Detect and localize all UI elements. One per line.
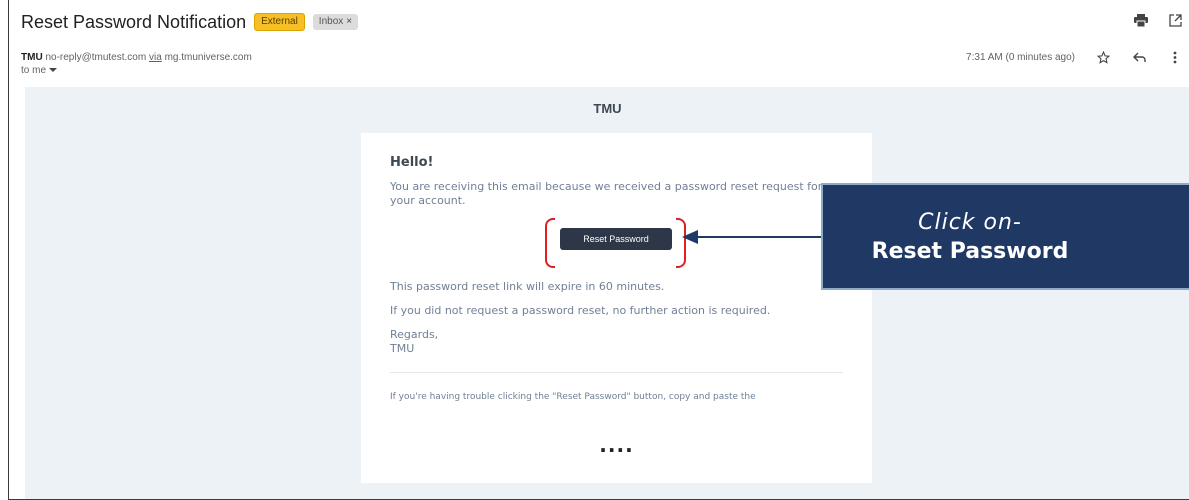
no-action-text: If you did not request a password reset,… — [390, 304, 771, 317]
regards-text: Regards, — [390, 328, 439, 341]
chevron-down-icon[interactable] — [49, 65, 58, 76]
sender-line: TMU no-reply@tmutest.com via mg.tmuniver… — [21, 52, 252, 63]
email-content-card: Hello! You are receiving this email beca… — [361, 133, 872, 483]
trouble-text: If you're having trouble clicking the "R… — [390, 392, 756, 402]
inbox-label-text: Inbox — [318, 16, 344, 27]
recipient-line[interactable]: to me — [21, 65, 58, 76]
message-actions: 7:31 AM (0 minutes ago) — [966, 49, 1183, 65]
sender-name: TMU — [21, 52, 43, 63]
print-icon[interactable] — [1133, 12, 1149, 28]
external-label: External — [254, 13, 305, 31]
subject-row: Reset Password Notification External Inb… — [21, 10, 359, 34]
more-options-icon[interactable] — [1167, 49, 1183, 65]
divider — [390, 372, 843, 373]
expiry-text: This password reset link will expire in … — [390, 280, 665, 293]
remove-label-icon[interactable]: × — [346, 16, 352, 28]
recipient-text: to me — [21, 65, 47, 76]
star-icon[interactable] — [1095, 49, 1111, 65]
open-in-new-window-icon[interactable] — [1167, 12, 1183, 28]
inbox-label[interactable]: Inbox × — [312, 14, 359, 30]
via-link[interactable]: via — [149, 52, 162, 63]
highlight-bracket-left — [545, 218, 555, 268]
toolbar-top-right — [1133, 12, 1183, 28]
callout-line-1: Click on- — [918, 209, 1022, 235]
reply-icon[interactable] — [1131, 49, 1147, 65]
email-brand-header: TMU — [593, 101, 622, 116]
via-domain: mg.tmuniverse.com — [164, 52, 252, 63]
truncation-ellipsis: .... — [599, 433, 634, 457]
intro-text: You are receiving this email because we … — [390, 180, 823, 207]
signature-text: TMU — [390, 342, 415, 355]
email-subject: Reset Password Notification — [21, 11, 247, 32]
greeting: Hello! — [390, 155, 434, 170]
pointer-arrow-icon — [682, 230, 822, 244]
timestamp: 7:31 AM (0 minutes ago) — [966, 51, 1075, 63]
reset-password-button[interactable]: Reset Password — [560, 228, 672, 250]
email-body: TMU Hello! You are receiving this email … — [25, 87, 1189, 499]
sender-address: no-reply@tmutest.com — [45, 52, 147, 63]
instruction-callout: Click on- Reset Password — [821, 183, 1189, 290]
callout-line-2: Reset Password — [871, 238, 1069, 264]
